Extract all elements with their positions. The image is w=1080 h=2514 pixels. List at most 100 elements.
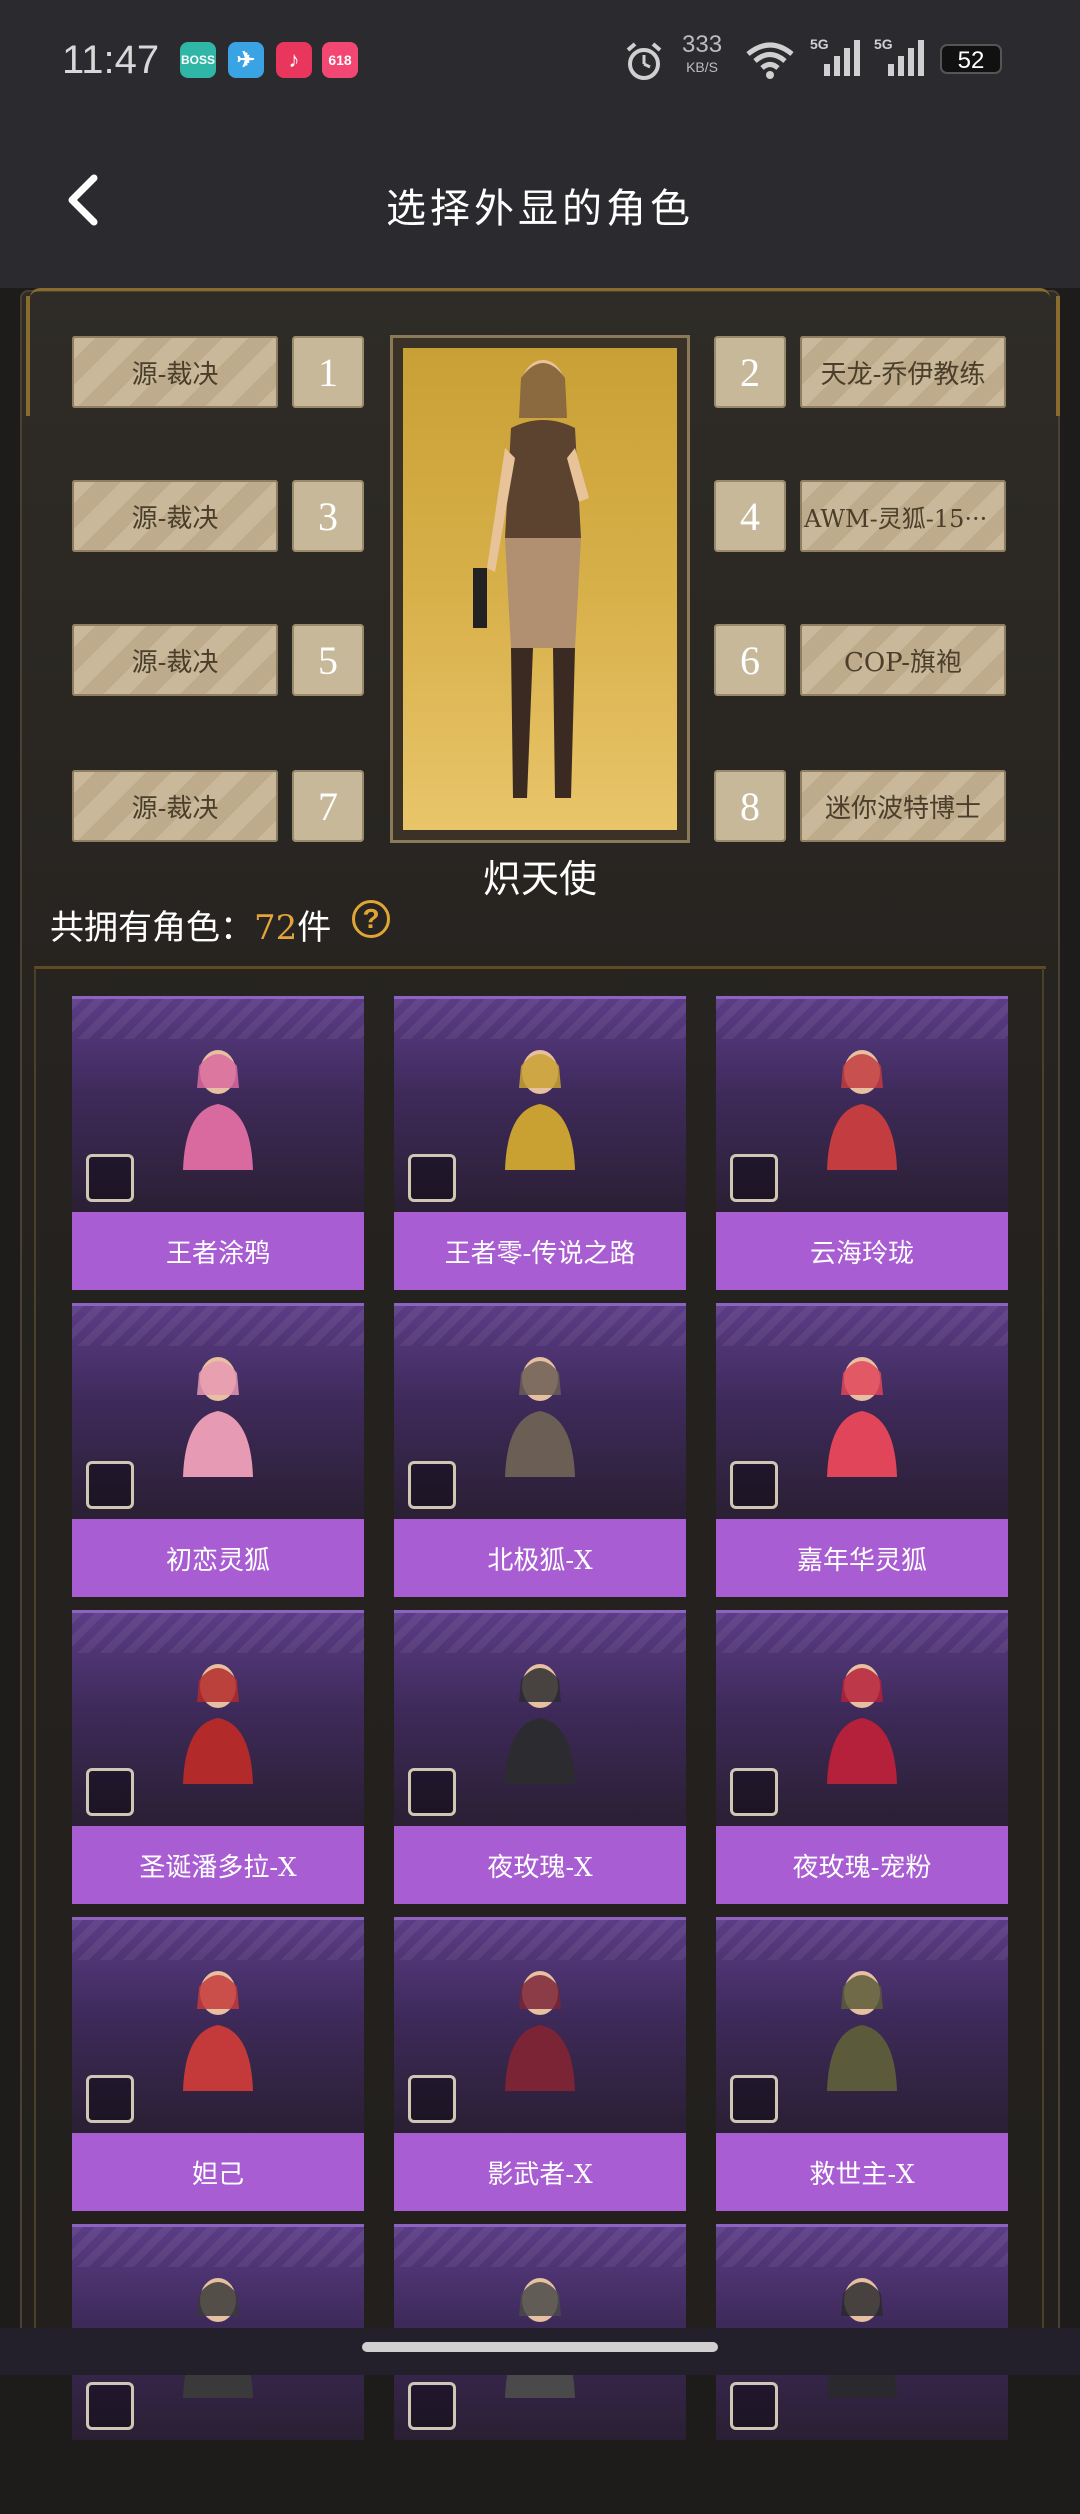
- slot-5-number[interactable]: 5: [292, 624, 364, 696]
- character-card-label: 王者零-传说之路: [394, 1212, 686, 1290]
- character-checkbox[interactable]: [730, 2382, 778, 2430]
- network-speed: 333 KB/S: [682, 31, 723, 78]
- character-card[interactable]: 王者零-传说之路: [394, 996, 686, 1290]
- status-time: 11:47: [62, 38, 160, 82]
- character-portrait-icon: [505, 1971, 575, 2091]
- character-card-label: 嘉年华灵狐: [716, 1519, 1008, 1597]
- character-portrait-icon: [827, 1050, 897, 1170]
- character-card-image: [72, 1917, 364, 2133]
- page-title: 选择外显的角色: [386, 186, 694, 232]
- character-portrait-icon: [183, 1050, 253, 1170]
- battery-icon: 52: [940, 44, 1002, 74]
- character-checkbox[interactable]: [86, 2075, 134, 2123]
- telegram-app-icon: ✈: [228, 42, 264, 78]
- slot-1-number[interactable]: 1: [292, 336, 364, 408]
- character-card[interactable]: 王者涂鸦: [72, 996, 364, 1290]
- network-speed-unit: KB/S: [686, 59, 718, 75]
- character-card-label: 云海玲珑: [716, 1212, 1008, 1290]
- slot-2-button[interactable]: 天龙-乔伊教练: [800, 336, 1006, 408]
- character-checkbox[interactable]: [408, 1154, 456, 1202]
- boss-app-icon: BOSS: [180, 42, 216, 78]
- slot-3-button[interactable]: 源-裁决: [72, 480, 278, 552]
- character-card[interactable]: 夜玫瑰-X: [394, 1610, 686, 1904]
- character-card[interactable]: 嘉年华灵狐: [716, 1303, 1008, 1597]
- owned-suffix: 件: [297, 908, 332, 948]
- character-checkbox[interactable]: [730, 1154, 778, 1202]
- character-checkbox[interactable]: [730, 1461, 778, 1509]
- character-card-label: 夜玫瑰-X: [394, 1826, 686, 1904]
- character-card-image: [716, 1610, 1008, 1826]
- character-card-label: 圣诞潘多拉-X: [72, 1826, 364, 1904]
- character-card-image: [394, 996, 686, 1212]
- character-checkbox[interactable]: [408, 2382, 456, 2430]
- status-bar: 11:47 BOSS ✈ ♪ 618 333 KB/S 5G 5G 52: [0, 0, 1080, 120]
- character-card-image: [716, 1917, 1008, 2133]
- character-card-image: [394, 1610, 686, 1826]
- character-card-image: [72, 1610, 364, 1826]
- owned-prefix: 共拥有角色：: [50, 908, 254, 948]
- character-card-image: [716, 996, 1008, 1212]
- home-indicator[interactable]: [362, 2342, 718, 2352]
- character-portrait-icon: [505, 1664, 575, 1784]
- character-card-image: [394, 1303, 686, 1519]
- character-card[interactable]: 北极狐-X: [394, 1303, 686, 1597]
- character-card[interactable]: 圣诞潘多拉-X: [72, 1610, 364, 1904]
- slot-2-number[interactable]: 2: [714, 336, 786, 408]
- slot-8-button[interactable]: 迷你波特博士: [800, 770, 1006, 842]
- character-card-image: [72, 996, 364, 1212]
- alarm-icon: [626, 42, 662, 80]
- slot-4-number[interactable]: 4: [714, 480, 786, 552]
- slot-6-button[interactable]: COP-旗袍: [800, 624, 1006, 696]
- character-checkbox[interactable]: [86, 2382, 134, 2430]
- slot-5-button[interactable]: 源-裁决: [72, 624, 278, 696]
- character-card[interactable]: 影武者-X: [394, 1917, 686, 2211]
- character-portrait-icon: [183, 1664, 253, 1784]
- character-checkbox[interactable]: [408, 1768, 456, 1816]
- owned-count-text: 共拥有角色：72件: [50, 900, 331, 949]
- character-portrait-icon: [505, 1050, 575, 1170]
- character-card-label: 夜玫瑰-宠粉: [716, 1826, 1008, 1904]
- slot-6-number[interactable]: 6: [714, 624, 786, 696]
- slot-7-button[interactable]: 源-裁决: [72, 770, 278, 842]
- character-card-image: [72, 1303, 364, 1519]
- character-card-label: 影武者-X: [394, 2133, 686, 2211]
- character-checkbox[interactable]: [408, 1461, 456, 1509]
- character-preview-background: [403, 348, 677, 830]
- network-speed-value: 333: [682, 31, 723, 58]
- slot-8-number[interactable]: 8: [714, 770, 786, 842]
- character-checkbox[interactable]: [86, 1154, 134, 1202]
- help-icon[interactable]: ?: [352, 900, 390, 938]
- character-checkbox[interactable]: [86, 1461, 134, 1509]
- wifi-icon: [746, 42, 794, 79]
- character-card-label: 北极狐-X: [394, 1519, 686, 1597]
- character-checkbox[interactable]: [730, 1768, 778, 1816]
- character-card-label: 初恋灵狐: [72, 1519, 364, 1597]
- owned-count: 72: [254, 908, 298, 948]
- character-checkbox[interactable]: [408, 2075, 456, 2123]
- character-card[interactable]: 初恋灵狐: [72, 1303, 364, 1597]
- character-card-label: 救世主-X: [716, 2133, 1008, 2211]
- character-checkbox[interactable]: [86, 1768, 134, 1816]
- slot-4-button[interactable]: AWM-灵狐-15···: [800, 480, 1006, 552]
- character-portrait-icon: [827, 1971, 897, 2091]
- header: 选择外显的角色: [0, 120, 1080, 288]
- character-card[interactable]: 妲己: [72, 1917, 364, 2211]
- character-portrait-icon: [183, 1971, 253, 2091]
- panel-trim-right: [1038, 296, 1060, 416]
- slot-7-number[interactable]: 7: [292, 770, 364, 842]
- character-card-label: 王者涂鸦: [72, 1212, 364, 1290]
- character-portrait-icon: [827, 1664, 897, 1784]
- character-card[interactable]: 夜玫瑰-宠粉: [716, 1610, 1008, 1904]
- character-checkbox[interactable]: [730, 2075, 778, 2123]
- character-figure-icon: [473, 360, 589, 798]
- character-portrait-icon: [827, 1357, 897, 1477]
- character-card[interactable]: 云海玲珑: [716, 996, 1008, 1290]
- douyin-app-icon: ♪: [276, 42, 312, 78]
- character-card-label: 妲己: [72, 2133, 364, 2211]
- slot-3-number[interactable]: 3: [292, 480, 364, 552]
- preview-character-name: 炽天使: [482, 857, 597, 901]
- character-card-image: [394, 1917, 686, 2133]
- panel-trim-left: [26, 296, 48, 416]
- slot-1-button[interactable]: 源-裁决: [72, 336, 278, 408]
- character-card[interactable]: 救世主-X: [716, 1917, 1008, 2211]
